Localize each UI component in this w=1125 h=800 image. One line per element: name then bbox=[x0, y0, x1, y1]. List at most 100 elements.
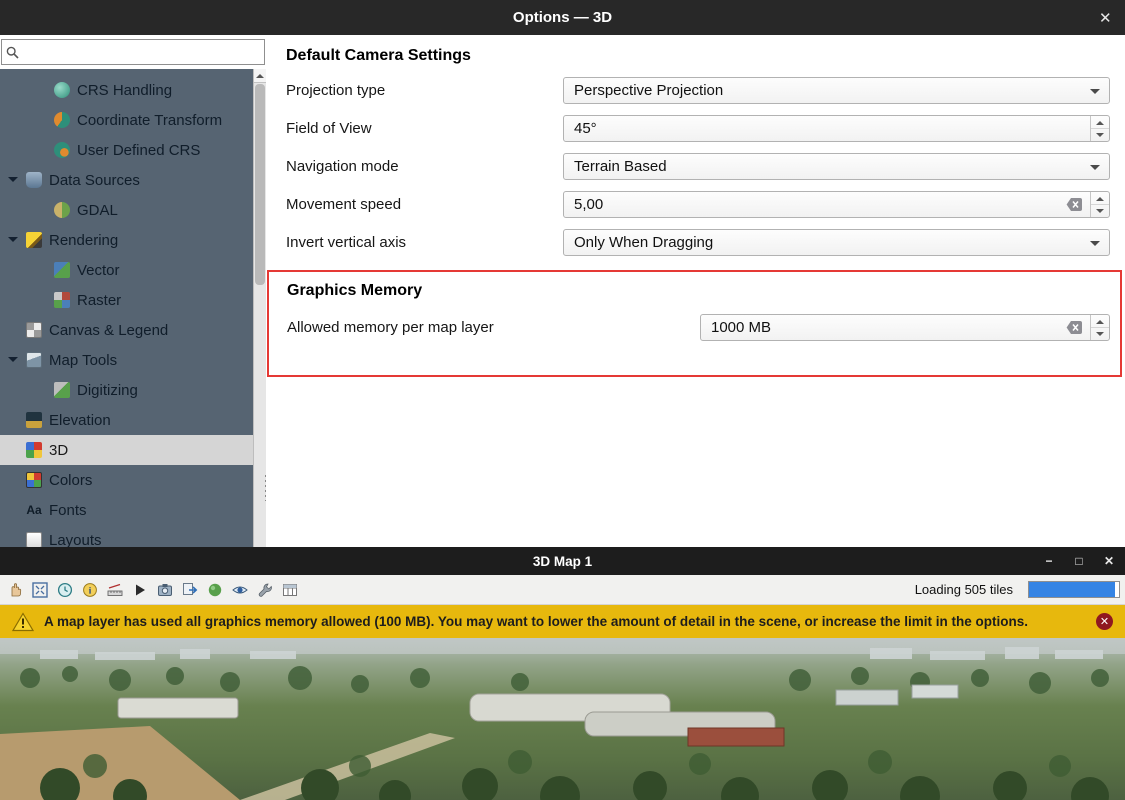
sidebar-item-colors[interactable]: Colors bbox=[0, 465, 266, 495]
movement-speed-spinner[interactable]: 5,00 bbox=[563, 191, 1110, 218]
projection-type-select[interactable]: Perspective Projection bbox=[563, 77, 1110, 104]
tiles-progress-fill bbox=[1029, 582, 1115, 597]
map-3d-view[interactable] bbox=[0, 638, 1125, 800]
projection-type-label: Projection type bbox=[286, 82, 563, 99]
navigation-mode-label: Navigation mode bbox=[286, 158, 563, 175]
expander-caret-icon[interactable] bbox=[8, 177, 18, 187]
invert-vertical-axis-label: Invert vertical axis bbox=[286, 234, 563, 251]
play-animation-icon[interactable] bbox=[131, 581, 149, 599]
animations-clock-icon[interactable] bbox=[56, 581, 74, 599]
map-window-titlebar: 3D Map 1 − □ ✕ bbox=[0, 547, 1125, 575]
sidebar-item-canvas-legend[interactable]: Canvas & Legend bbox=[0, 315, 266, 345]
spinner-arrows[interactable] bbox=[1090, 315, 1109, 340]
screen: Options — 3D ✕ CRS Handling Coordinate T… bbox=[0, 0, 1125, 800]
spin-up-icon[interactable] bbox=[1096, 117, 1104, 125]
canvas-legend-icon bbox=[26, 322, 42, 338]
movement-speed-label: Movement speed bbox=[286, 196, 563, 213]
spinner-arrows[interactable] bbox=[1090, 192, 1109, 217]
window-controls: − □ ✕ bbox=[1041, 547, 1117, 575]
map-window-title: 3D Map 1 bbox=[533, 554, 592, 569]
data-sources-icon bbox=[26, 172, 42, 188]
clear-field-icon[interactable] bbox=[1066, 197, 1083, 212]
graphics-memory-annotation-box: Graphics Memory Allowed memory per map l… bbox=[267, 270, 1122, 377]
settings-list: CRS Handling Coordinate Transform User D… bbox=[0, 69, 266, 547]
expander-caret-icon[interactable] bbox=[8, 237, 18, 247]
spin-down-icon[interactable] bbox=[1096, 332, 1104, 340]
save-image-icon[interactable] bbox=[156, 581, 174, 599]
vector-icon bbox=[54, 262, 70, 278]
field-of-view-spinner[interactable]: 45° bbox=[563, 115, 1110, 142]
spin-down-icon[interactable] bbox=[1096, 209, 1104, 217]
crs-handling-icon bbox=[54, 82, 70, 98]
sidebar-item-elevation[interactable]: Elevation bbox=[0, 405, 266, 435]
sidebar-item-vector[interactable]: Vector bbox=[0, 255, 266, 285]
maximize-icon[interactable]: □ bbox=[1071, 553, 1087, 569]
map-toolbar: i Loading 505 tiles bbox=[0, 575, 1125, 605]
warning-triangle-icon bbox=[12, 612, 34, 632]
user-defined-crs-icon bbox=[54, 142, 70, 158]
settings-panel: Default Camera Settings Projection type … bbox=[266, 35, 1125, 547]
settings-sidebar: CRS Handling Coordinate Transform User D… bbox=[0, 35, 266, 547]
allowed-memory-label: Allowed memory per map layer bbox=[287, 319, 700, 336]
rendering-icon bbox=[26, 232, 42, 248]
sidebar-item-map-tools[interactable]: Map Tools bbox=[0, 345, 266, 375]
colors-icon bbox=[26, 472, 42, 488]
effects-sphere-icon[interactable] bbox=[206, 581, 224, 599]
configure-wrench-icon[interactable] bbox=[256, 581, 274, 599]
camera-settings-title: Default Camera Settings bbox=[286, 47, 1110, 65]
loading-status-text: Loading 505 tiles bbox=[915, 582, 1013, 597]
allowed-memory-spinner[interactable]: 1000 MB bbox=[700, 314, 1110, 341]
aerial-scene bbox=[0, 638, 1125, 800]
layouts-icon bbox=[26, 532, 42, 547]
sidebar-item-coordinate-transform[interactable]: Coordinate Transform bbox=[0, 105, 266, 135]
warning-message: A map layer has used all graphics memory… bbox=[44, 614, 1086, 629]
show-eye-icon[interactable] bbox=[231, 581, 249, 599]
options-dialog-body: CRS Handling Coordinate Transform User D… bbox=[0, 35, 1125, 547]
graphics-memory-form: Allowed memory per map layer 1000 MB bbox=[287, 314, 1110, 341]
search-input[interactable] bbox=[23, 43, 260, 61]
close-map-icon[interactable]: ✕ bbox=[1101, 553, 1117, 569]
sidebar-item-data-sources[interactable]: Data Sources bbox=[0, 165, 266, 195]
sidebar-item-digitizing[interactable]: Digitizing bbox=[0, 375, 266, 405]
search-icon bbox=[6, 46, 19, 59]
spin-up-icon[interactable] bbox=[1096, 316, 1104, 324]
coordinate-transform-icon bbox=[54, 112, 70, 128]
spin-down-icon[interactable] bbox=[1096, 133, 1104, 141]
dismiss-warning-icon[interactable]: ✕ bbox=[1096, 613, 1113, 630]
minimize-icon[interactable]: − bbox=[1041, 553, 1057, 569]
options-title: Options — 3D bbox=[513, 9, 612, 26]
digitizing-icon bbox=[54, 382, 70, 398]
expander-caret-icon[interactable] bbox=[8, 357, 18, 367]
fonts-icon: Aa bbox=[26, 502, 42, 518]
measure-line-icon[interactable] bbox=[106, 581, 124, 599]
close-options-button[interactable]: ✕ bbox=[1093, 7, 1115, 29]
sidebar-item-rendering[interactable]: Rendering bbox=[0, 225, 266, 255]
zoom-full-icon[interactable] bbox=[31, 581, 49, 599]
export-scene-icon[interactable] bbox=[181, 581, 199, 599]
3d-icon bbox=[26, 442, 42, 458]
gdal-icon bbox=[54, 202, 70, 218]
elevation-icon bbox=[26, 412, 42, 428]
sidebar-item-user-defined-crs[interactable]: User Defined CRS bbox=[0, 135, 266, 165]
pan-map-icon[interactable] bbox=[6, 581, 24, 599]
raster-icon bbox=[54, 292, 70, 308]
sidebar-item-fonts[interactable]: Aa Fonts bbox=[0, 495, 266, 525]
spinner-arrows[interactable] bbox=[1090, 116, 1109, 141]
camera-settings-form: Projection type Perspective Projection F… bbox=[286, 77, 1110, 256]
spin-up-icon[interactable] bbox=[1096, 193, 1104, 201]
sidebar-item-layouts[interactable]: Layouts bbox=[0, 525, 266, 547]
graphics-memory-warning-bar: A map layer has used all graphics memory… bbox=[0, 605, 1125, 638]
settings-search[interactable] bbox=[1, 39, 265, 65]
shortcuts-grid-icon[interactable] bbox=[281, 581, 299, 599]
invert-vertical-axis-select[interactable]: Only When Dragging bbox=[563, 229, 1110, 256]
map-tools-icon bbox=[26, 352, 42, 368]
navigation-mode-select[interactable]: Terrain Based bbox=[563, 153, 1110, 180]
sidebar-item-raster[interactable]: Raster bbox=[0, 285, 266, 315]
identify-icon[interactable]: i bbox=[81, 581, 99, 599]
sidebar-item-gdal[interactable]: GDAL bbox=[0, 195, 266, 225]
field-of-view-label: Field of View bbox=[286, 120, 563, 137]
sidebar-item-3d[interactable]: 3D bbox=[0, 435, 266, 465]
tiles-progress-bar bbox=[1028, 581, 1120, 598]
clear-field-icon[interactable] bbox=[1066, 320, 1083, 335]
sidebar-item-crs-handling[interactable]: CRS Handling bbox=[0, 75, 266, 105]
